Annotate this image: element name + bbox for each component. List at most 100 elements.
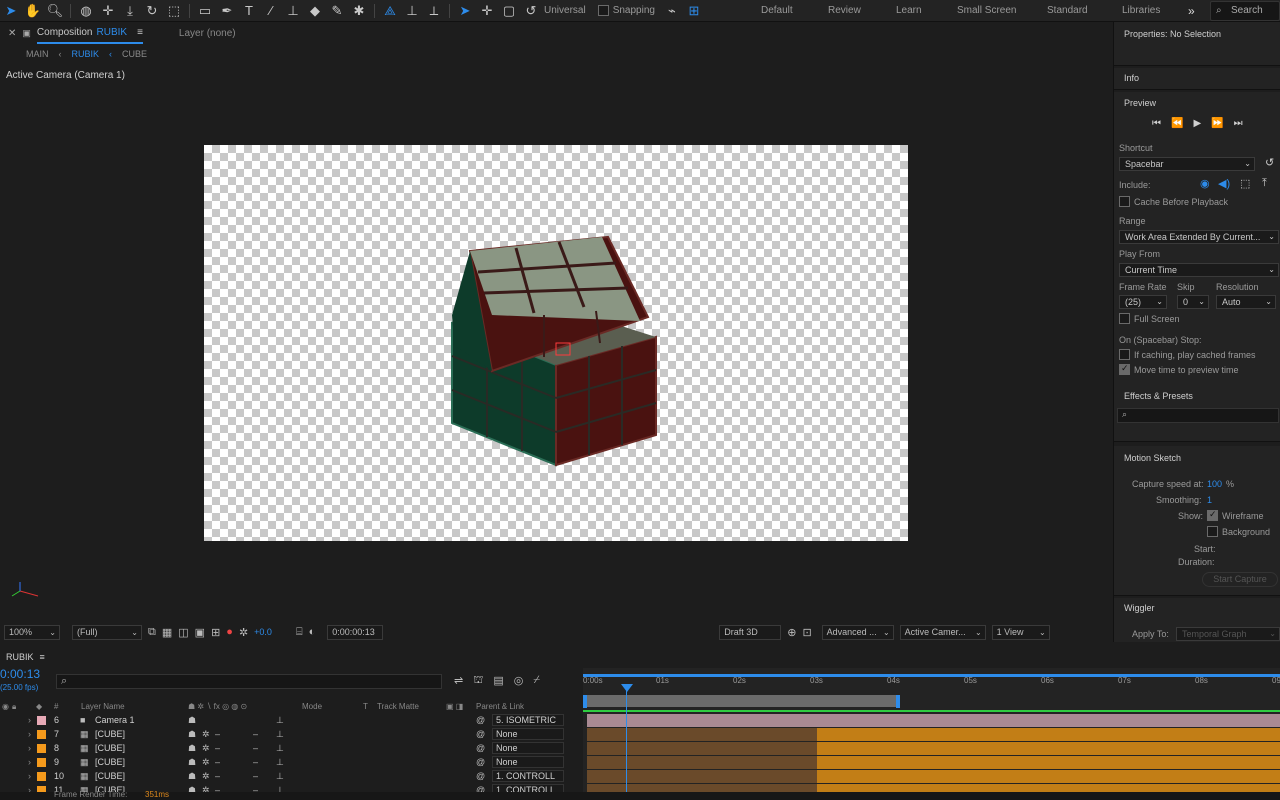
include-overlays-icon[interactable]: ⬚ bbox=[1240, 177, 1250, 190]
play-from-dropdown[interactable]: Current Time ⌄ bbox=[1119, 263, 1279, 277]
include-audio-icon[interactable]: ◀) bbox=[1218, 177, 1230, 190]
smoothing-value[interactable]: 1 bbox=[1207, 495, 1212, 505]
workspace-default[interactable]: Default bbox=[761, 0, 793, 22]
brush-tool-icon[interactable]: ⁄ bbox=[260, 0, 282, 22]
3d-layer-switch-icon[interactable]: ⊥ bbox=[276, 757, 284, 768]
snap-grid-icon[interactable]: ⊞ bbox=[683, 0, 705, 22]
layer-name[interactable]: [CUBE] bbox=[95, 743, 125, 753]
orbit-camera-tool-icon[interactable]: ◍ bbox=[75, 0, 97, 22]
roto-brush-tool-icon[interactable]: ✎ bbox=[326, 0, 348, 22]
renderer-options-dropdown[interactable]: Advanced ... ⌄ bbox=[821, 624, 894, 640]
label-color-swatch[interactable] bbox=[37, 716, 46, 725]
shy-switch-icon[interactable]: ☗ bbox=[188, 757, 196, 768]
expand-arrow-icon[interactable]: › bbox=[28, 743, 31, 753]
reset-exposure-icon[interactable]: ✲ bbox=[239, 626, 248, 639]
motion-blur-icon[interactable]: ◎ bbox=[514, 674, 524, 688]
motion-blur-switch-icon[interactable]: – bbox=[253, 729, 258, 739]
resolution-dropdown[interactable]: Auto ⌄ bbox=[1216, 295, 1276, 309]
3d-layer-switch-icon[interactable]: ⊥ bbox=[276, 715, 284, 726]
quality-switch-icon[interactable]: – bbox=[215, 743, 220, 753]
pan-camera-tool-icon[interactable]: ✛ bbox=[97, 0, 119, 22]
timeline-search-input[interactable]: ⌕ bbox=[56, 674, 442, 689]
timeline-tab[interactable]: RUBIK ≡ bbox=[0, 646, 1280, 668]
snap-magnet-icon[interactable]: ⌁ bbox=[661, 0, 683, 22]
parent-dropdown[interactable]: 5. ISOMETRIC bbox=[492, 714, 564, 726]
label-color-swatch[interactable] bbox=[37, 772, 46, 781]
parent-dropdown[interactable]: None bbox=[492, 756, 564, 768]
motion-blur-switch-icon[interactable]: – bbox=[253, 771, 258, 781]
parent-dropdown[interactable]: None bbox=[492, 742, 564, 754]
current-time-indicator[interactable] bbox=[626, 684, 627, 800]
label-color-swatch[interactable] bbox=[37, 758, 46, 767]
3d-layer-switch-icon[interactable]: ⊥ bbox=[276, 771, 284, 782]
exposure-value[interactable]: +0.0 bbox=[254, 627, 272, 637]
layer-row[interactable]: › 8 ▦ [CUBE] ☗ ✲ – – ⊥ @ None bbox=[0, 742, 583, 756]
mask-visibility-icon[interactable]: ◫ bbox=[178, 626, 188, 639]
pick-whip-icon[interactable]: @ bbox=[476, 715, 485, 725]
motion-blur-switch-icon[interactable]: – bbox=[253, 757, 258, 767]
timeline-current-time[interactable]: 0:00:13 bbox=[0, 667, 40, 681]
layer-row[interactable]: › 10 ▦ [CUBE] ☗ ✲ – – ⊥ @1. CONTROLL bbox=[0, 770, 583, 784]
snapping-checkbox[interactable] bbox=[597, 5, 609, 16]
background-checkbox[interactable] bbox=[1207, 526, 1218, 537]
view-axis-mode-icon[interactable]: ⟂ bbox=[423, 0, 445, 22]
full-screen-checkbox[interactable] bbox=[1119, 313, 1130, 324]
frame-rate-dropdown[interactable]: (25) ⌄ bbox=[1119, 295, 1167, 309]
layer-duration-bar[interactable] bbox=[587, 742, 1280, 755]
draft-3d-icon[interactable]: ⛫ bbox=[473, 674, 483, 688]
composition-viewer[interactable] bbox=[204, 145, 908, 541]
layer-name[interactable]: Camera 1 bbox=[95, 715, 135, 725]
move-tool-icon[interactable]: ✛ bbox=[476, 0, 498, 22]
magnification-dropdown[interactable]: 100% ⌄ bbox=[4, 624, 60, 640]
composition-mini-flowchart-icon[interactable]: ⇌ bbox=[454, 674, 463, 688]
panel-menu-icon[interactable]: ≡ bbox=[40, 652, 45, 662]
layer-name[interactable]: [CUBE] bbox=[95, 757, 125, 767]
apply-to-dropdown[interactable]: Temporal Graph ⌄ bbox=[1176, 627, 1280, 641]
include-layers-icon[interactable]: ⤒ bbox=[1262, 177, 1267, 190]
draft-3d-extended-icon[interactable]: ⊕ bbox=[787, 626, 796, 639]
previous-frame-icon[interactable]: ⏪ bbox=[1171, 118, 1183, 129]
expand-arrow-icon[interactable]: › bbox=[28, 729, 31, 739]
label-color-swatch[interactable] bbox=[37, 744, 46, 753]
start-capture-button[interactable]: Start Capture bbox=[1202, 572, 1278, 587]
first-frame-icon[interactable]: ⏮ bbox=[1152, 118, 1161, 129]
selection-tool-icon[interactable]: ➤ bbox=[0, 0, 22, 22]
effects-search-input[interactable]: ⌕ bbox=[1117, 408, 1279, 423]
dolly-camera-tool-icon[interactable]: ⤓ bbox=[119, 0, 141, 22]
parent-dropdown[interactable]: None bbox=[492, 728, 564, 740]
expand-arrow-icon[interactable]: › bbox=[28, 757, 31, 767]
rotation-tool-icon[interactable]: ↻ bbox=[141, 0, 163, 22]
parent-dropdown[interactable]: 1. CONTROLL bbox=[492, 770, 564, 782]
workspace-libraries[interactable]: Libraries bbox=[1122, 0, 1160, 22]
capture-speed-value[interactable]: 100 bbox=[1207, 479, 1222, 489]
panel-menu-icon[interactable]: ≡ bbox=[137, 27, 143, 38]
snapshot-icon[interactable]: ⌸ bbox=[296, 626, 303, 639]
grid-guides-icon[interactable]: ⊞ bbox=[211, 626, 220, 639]
view-layout-dropdown[interactable]: 1 View ⌄ bbox=[991, 624, 1050, 640]
rotate-tool-icon[interactable]: ↺ bbox=[520, 0, 542, 22]
motion-blur-switch-icon[interactable]: – bbox=[253, 743, 258, 753]
3d-ground-plane-icon[interactable]: ⊡ bbox=[802, 626, 811, 639]
fast-previews-icon[interactable]: ⧉ bbox=[148, 626, 156, 639]
3d-layer-switch-icon[interactable]: ⊥ bbox=[276, 743, 284, 754]
pick-whip-icon[interactable]: @ bbox=[476, 743, 485, 753]
universal-tool-icon[interactable]: ➤ bbox=[454, 0, 476, 22]
quality-switch-icon[interactable]: – bbox=[215, 729, 220, 739]
workspace-learn[interactable]: Learn bbox=[896, 0, 922, 22]
layer-tab[interactable]: Layer (none) bbox=[179, 28, 236, 39]
col-layer-name[interactable]: Layer Name bbox=[81, 702, 125, 711]
pick-whip-icon[interactable]: @ bbox=[476, 771, 485, 781]
workspace-small-screen[interactable]: Small Screen bbox=[957, 0, 1016, 22]
breadcrumb-main[interactable]: MAIN bbox=[26, 49, 49, 59]
hand-tool-icon[interactable]: ✋ bbox=[22, 0, 44, 22]
renderer-button[interactable]: Draft 3D bbox=[719, 624, 782, 640]
layer-row[interactable]: › 9 ▦ [CUBE] ☗ ✲ – – ⊥ @ None bbox=[0, 756, 583, 770]
cache-before-playback-checkbox[interactable] bbox=[1119, 196, 1130, 207]
pan-behind-tool-icon[interactable]: ⬚ bbox=[163, 0, 185, 22]
if-caching-checkbox[interactable] bbox=[1119, 349, 1130, 360]
workspace-review[interactable]: Review bbox=[828, 0, 861, 22]
puppet-tool-icon[interactable]: ✱ bbox=[348, 0, 370, 22]
layer-row[interactable]: › 7 ▦ [CUBE] ☗ ✲ – – ⊥ @ None bbox=[0, 728, 583, 742]
eraser-tool-icon[interactable]: ◆ bbox=[304, 0, 326, 22]
shy-switch-icon[interactable]: ☗ bbox=[188, 715, 196, 726]
